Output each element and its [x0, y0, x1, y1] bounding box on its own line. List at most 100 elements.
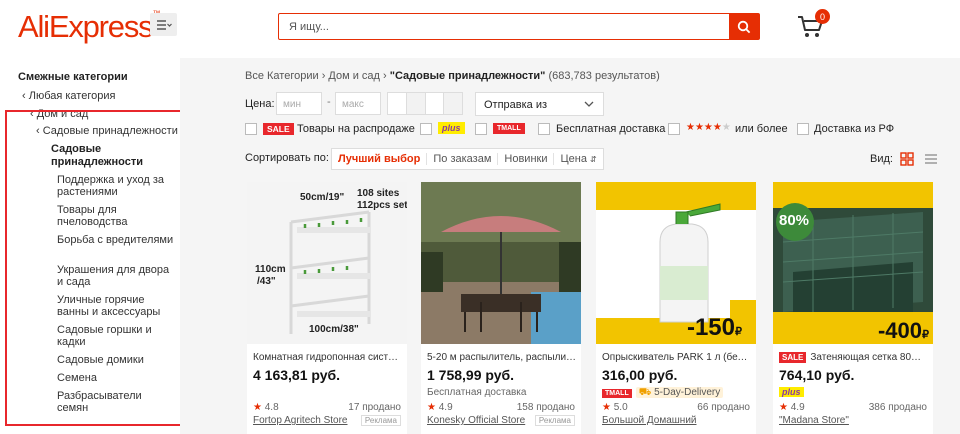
sale-filter-label[interactable]: Товары на распродаже	[297, 123, 415, 135]
product-sold: 158 продано	[516, 402, 575, 413]
chevron-left-icon: ‹	[22, 90, 29, 102]
breadcrumb-root[interactable]: Все Категории	[245, 70, 319, 82]
plus-badge: plus	[438, 122, 465, 134]
results-count: (683,783 результатов)	[548, 70, 660, 82]
product-image[interactable]: 80% -400₽	[773, 182, 933, 344]
product-shipping: Бесплатная доставка	[427, 387, 527, 398]
product-title[interactable]: SALE Затеняющая сетка 80% ф...	[779, 352, 929, 363]
product-price: 1 758,99 руб.	[427, 367, 515, 383]
breadcrumb: Все Категории › Дом и сад › "Садовые при…	[245, 70, 660, 82]
price-label: Цена:	[245, 98, 275, 110]
rating-filter-label[interactable]: или более	[735, 123, 788, 135]
grid-view-icon[interactable]	[900, 152, 914, 166]
image-text: 108 sites	[357, 188, 400, 199]
product-price: 4 163,81 руб.	[253, 367, 341, 383]
breadcrumb-current: "Садовые принадлежности"	[389, 70, 546, 82]
product-sold: 66 продано	[697, 402, 750, 413]
sort-newest[interactable]: Новинки	[498, 153, 555, 165]
sort-arrows-icon: ⇵	[590, 154, 597, 164]
image-badge: 80%	[779, 212, 810, 229]
sort-options: Лучший выбор По заказам Новинки Цена ⇵	[331, 148, 604, 170]
product-rating: ★ 4.9	[779, 402, 805, 413]
product-store[interactable]: Fortop Agritech Store	[253, 415, 348, 426]
product-badges: TMALL ⛟ 5-Day-Delivery	[602, 387, 724, 400]
product-title[interactable]: 5-20 м распылитель, распылите...	[427, 352, 577, 363]
header: AliExpress™ 0	[0, 0, 960, 58]
product-badges: plus	[779, 387, 804, 398]
product-image[interactable]	[421, 182, 581, 344]
search-button[interactable]	[729, 14, 759, 39]
product-card[interactable]: 50cm/19" 108 sites 112pcs set 110cm /43"…	[247, 182, 407, 434]
product-sold: 386 продано	[868, 402, 927, 413]
cart-count-badge: 0	[815, 9, 830, 24]
breadcrumb-parent[interactable]: Дом и сад	[328, 70, 380, 82]
image-discount: -150₽	[686, 314, 742, 341]
product-store[interactable]: Konesky Official Store	[427, 415, 525, 426]
product-card[interactable]: 80% -400₽ SALE Затеняющая сетка 80% ф... …	[773, 182, 933, 434]
highlight-box	[5, 110, 196, 426]
star-icon: ★	[602, 402, 611, 413]
image-text: 110cm	[255, 264, 286, 275]
sidebar-title: Смежные категории	[18, 71, 128, 83]
sidebar-item-any-category[interactable]: ‹ Любая категория	[22, 90, 115, 102]
image-discount: -400₽	[877, 318, 929, 343]
product-title[interactable]: Опрыскиватель PARK 1 л (белый,...	[602, 352, 752, 363]
breadcrumb-separator: ›	[383, 70, 390, 82]
sale-badge: SALE	[263, 123, 294, 135]
rating-stars: ★★★★★	[686, 122, 731, 133]
categories-menu-button[interactable]	[150, 13, 177, 36]
free-shipping-label[interactable]: Бесплатная доставка	[556, 123, 665, 135]
ad-label: Реклама	[534, 415, 575, 426]
price-dash: -	[327, 96, 331, 108]
star-icon: ★	[427, 402, 436, 413]
price-range-group[interactable]	[387, 92, 463, 115]
star-icon: ★	[253, 402, 262, 413]
ad-label: Реклама	[360, 415, 401, 426]
search-bar	[278, 13, 760, 40]
sort-best-match[interactable]: Лучший выбор	[332, 153, 428, 165]
image-text: 50cm/19"	[300, 192, 344, 203]
product-image[interactable]: -150₽	[596, 182, 756, 344]
sale-checkbox[interactable]	[245, 123, 257, 135]
plus-checkbox[interactable]	[420, 123, 432, 135]
sort-price[interactable]: Цена ⇵	[554, 153, 602, 166]
delivery-badge: ⛟ 5-Day-Delivery	[635, 387, 724, 398]
tmall-badge: TMALL	[493, 123, 525, 134]
image-text: 112pcs set	[357, 200, 407, 211]
product-rating: ★ 4.9	[427, 402, 453, 413]
product-image[interactable]: 50cm/19" 108 sites 112pcs set 110cm /43"…	[247, 182, 407, 344]
tmall-badge: TMALL	[602, 389, 632, 398]
image-text: 100cm/38"	[309, 324, 359, 335]
search-input[interactable]	[279, 14, 729, 39]
product-store[interactable]: "Madana Store"	[779, 415, 849, 426]
aliexpress-logo[interactable]: AliExpress™	[18, 9, 160, 45]
free-shipping-checkbox[interactable]	[538, 123, 550, 135]
image-text: /43"	[257, 276, 276, 287]
search-icon	[737, 20, 751, 33]
product-sold: 17 продано	[348, 402, 401, 413]
ship-rf-label[interactable]: Доставка из РФ	[814, 123, 894, 135]
sale-badge: SALE	[779, 352, 807, 363]
ship-rf-checkbox[interactable]	[797, 123, 809, 135]
view-label: Вид:	[870, 153, 893, 165]
price-min-input[interactable]: мин	[276, 92, 322, 115]
product-store[interactable]: Большой Домашний	[602, 415, 697, 426]
rating-checkbox[interactable]	[668, 123, 680, 135]
main-content: Все Категории › Дом и сад › "Садовые при…	[180, 58, 960, 434]
sort-label: Сортировать по:	[245, 152, 329, 164]
product-price: 316,00 руб.	[602, 367, 678, 383]
price-max-input[interactable]: макс	[335, 92, 381, 115]
list-view-icon[interactable]	[924, 153, 938, 165]
product-card[interactable]: 5-20 м распылитель, распылите... 1 758,9…	[421, 182, 581, 434]
ship-from-select[interactable]: Отправка из	[475, 92, 604, 116]
plus-badge: plus	[779, 387, 804, 397]
product-price: 764,10 руб.	[779, 367, 855, 383]
chevron-down-icon	[584, 101, 594, 107]
tmall-checkbox[interactable]	[475, 123, 487, 135]
delivery-icon: ⛟	[638, 387, 652, 398]
star-icon: ★	[779, 402, 788, 413]
product-card[interactable]: -150₽ Опрыскиватель PARK 1 л (белый,... …	[596, 182, 756, 434]
product-title[interactable]: Комнатная гидропонная систем...	[253, 352, 403, 363]
sort-orders[interactable]: По заказам	[427, 153, 499, 165]
product-rating: ★ 5.0	[602, 402, 628, 413]
